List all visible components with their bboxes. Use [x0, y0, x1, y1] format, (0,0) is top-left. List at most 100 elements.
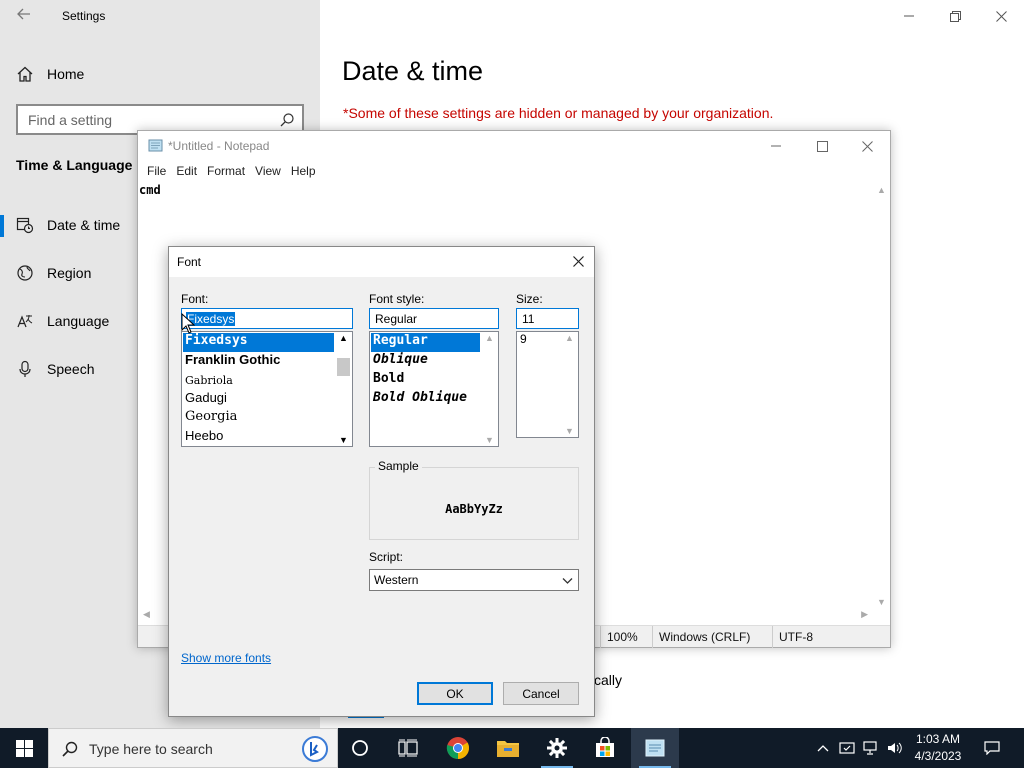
- notification-icon[interactable]: [976, 728, 1008, 768]
- menu-view[interactable]: View: [250, 161, 286, 183]
- show-more-fonts-link[interactable]: Show more fonts: [181, 651, 271, 665]
- chevron-up-icon[interactable]: [812, 728, 834, 768]
- close-icon[interactable]: [978, 0, 1024, 32]
- mouse-cursor-icon: [181, 313, 195, 334]
- font-size-scrollbar[interactable]: ▲ ▼: [561, 332, 578, 437]
- font-list-scrollbar[interactable]: ▲ ▼: [335, 332, 352, 446]
- sidebar-item-label: Speech: [47, 361, 95, 377]
- taskbar-clock[interactable]: 1:03 AM 4/3/2023: [906, 731, 970, 765]
- font-style-list[interactable]: Regular Oblique Bold Bold Oblique ▲ ▼: [369, 331, 499, 447]
- font-style-scrollbar[interactable]: ▲ ▼: [481, 332, 498, 446]
- chevron-down-icon: [562, 578, 573, 584]
- security-icon[interactable]: [836, 728, 858, 768]
- clock-date: 4/3/2023: [914, 749, 962, 763]
- start-button[interactable]: [0, 728, 48, 768]
- scroll-up-icon[interactable]: ▲: [485, 333, 494, 343]
- sample-text: AaBbYyZz: [445, 502, 503, 516]
- sample-group: Sample AaBbYyZz: [369, 459, 579, 540]
- maximize-icon[interactable]: [799, 131, 845, 161]
- restore-icon[interactable]: [932, 0, 978, 32]
- page-title: Date & time: [342, 56, 484, 86]
- font-list-item[interactable]: Gabriola: [183, 371, 334, 390]
- font-list-item[interactable]: Georgia: [183, 409, 334, 428]
- file-explorer-icon[interactable]: [484, 728, 532, 768]
- scroll-thumb[interactable]: [337, 358, 350, 376]
- scroll-left-icon[interactable]: ◀: [143, 609, 150, 620]
- scroll-right-icon[interactable]: ▶: [861, 609, 868, 620]
- settings-icon[interactable]: [533, 728, 581, 768]
- back-arrow-icon[interactable]: [14, 6, 34, 26]
- calendar-clock-icon: [16, 217, 34, 234]
- search-icon: [62, 741, 78, 757]
- notepad-vertical-scrollbar[interactable]: ▲ ▼: [873, 183, 890, 609]
- minimize-icon[interactable]: [753, 131, 799, 161]
- font-style-item[interactable]: Bold Oblique: [371, 390, 480, 409]
- font-name-input[interactable]: Fixedsys: [181, 308, 353, 329]
- font-size-item[interactable]: 9: [518, 332, 560, 351]
- close-icon[interactable]: [566, 249, 590, 273]
- font-dialog: Font Font: Fixedsys Fixedsys Franklin Go…: [168, 246, 595, 717]
- settings-window-controls: [886, 0, 1024, 32]
- taskbar-search-placeholder: Type here to search: [89, 741, 213, 757]
- notepad-titlebar[interactable]: *Untitled - Notepad: [138, 131, 890, 161]
- store-icon[interactable]: [581, 728, 629, 768]
- notepad-text-area[interactable]: cmd: [139, 183, 161, 197]
- network-icon[interactable]: [860, 728, 882, 768]
- font-dialog-titlebar[interactable]: Font: [169, 247, 594, 277]
- task-view-icon[interactable]: [384, 728, 432, 768]
- script-dropdown[interactable]: Western: [369, 569, 579, 591]
- scroll-up-icon[interactable]: ▲: [565, 333, 574, 343]
- windows-logo-icon: [15, 739, 33, 757]
- menu-help[interactable]: Help: [286, 161, 321, 183]
- taskbar: Type here to search 1:03 AM 4/3/2023: [0, 728, 1024, 768]
- scroll-up-icon[interactable]: ▲: [339, 333, 348, 343]
- font-style-input[interactable]: Regular: [369, 308, 499, 329]
- language-icon: [17, 315, 33, 328]
- managed-notice: *Some of these settings are hidden or ma…: [343, 105, 774, 121]
- sidebar-item-label: Date & time: [47, 217, 121, 233]
- bing-icon[interactable]: [301, 735, 329, 763]
- font-size-value: 11: [522, 312, 535, 326]
- menu-format[interactable]: Format: [202, 161, 250, 183]
- notepad-menubar: File Edit Format View Help: [138, 161, 890, 183]
- settings-window-title: Settings: [62, 9, 106, 23]
- font-style-item[interactable]: Regular: [371, 333, 480, 352]
- menu-edit[interactable]: Edit: [171, 161, 202, 183]
- menu-file[interactable]: File: [142, 161, 171, 183]
- font-list-item[interactable]: Heebo: [183, 428, 334, 446]
- volume-icon[interactable]: [884, 728, 906, 768]
- cortana-icon[interactable]: [336, 728, 384, 768]
- scroll-up-icon[interactable]: ▲: [877, 185, 886, 195]
- minimize-icon[interactable]: [886, 0, 932, 32]
- scroll-down-icon[interactable]: ▼: [565, 426, 574, 436]
- taskbar-search-box[interactable]: Type here to search: [48, 728, 338, 768]
- font-list-item[interactable]: Fixedsys: [183, 333, 334, 352]
- font-style-label: Font style:: [369, 292, 425, 306]
- partial-setting-text: cally: [594, 672, 623, 688]
- ok-button[interactable]: OK: [417, 682, 493, 705]
- chrome-icon[interactable]: [434, 728, 482, 768]
- encoding: UTF-8: [772, 626, 872, 648]
- line-ending: Windows (CRLF): [652, 626, 772, 648]
- font-label: Font:: [181, 292, 209, 306]
- font-size-input[interactable]: 11: [516, 308, 579, 329]
- home-icon: [17, 66, 33, 82]
- sidebar-item-label: Region: [47, 265, 92, 281]
- scroll-down-icon[interactable]: ▼: [485, 435, 494, 445]
- cancel-button[interactable]: Cancel: [503, 682, 579, 705]
- notepad-app-icon: [148, 139, 163, 152]
- font-list[interactable]: Fixedsys Franklin Gothic Gabriola Gadugi…: [181, 331, 353, 447]
- font-dialog-title: Font: [177, 255, 202, 269]
- font-style-item[interactable]: Bold: [371, 371, 480, 390]
- font-list-item[interactable]: Franklin Gothic: [183, 352, 334, 371]
- font-size-list[interactable]: 9 ▲ ▼: [516, 331, 579, 438]
- script-label: Script:: [369, 550, 404, 564]
- font-list-item[interactable]: Gadugi: [183, 390, 334, 409]
- find-setting-input[interactable]: [28, 111, 268, 129]
- font-style-item[interactable]: Oblique: [371, 352, 480, 371]
- scroll-down-icon[interactable]: ▼: [339, 435, 348, 445]
- scroll-down-icon[interactable]: ▼: [877, 597, 886, 607]
- notepad-taskbar-icon[interactable]: [631, 728, 679, 768]
- close-icon[interactable]: [844, 131, 890, 161]
- home-nav-item[interactable]: Home: [16, 60, 84, 88]
